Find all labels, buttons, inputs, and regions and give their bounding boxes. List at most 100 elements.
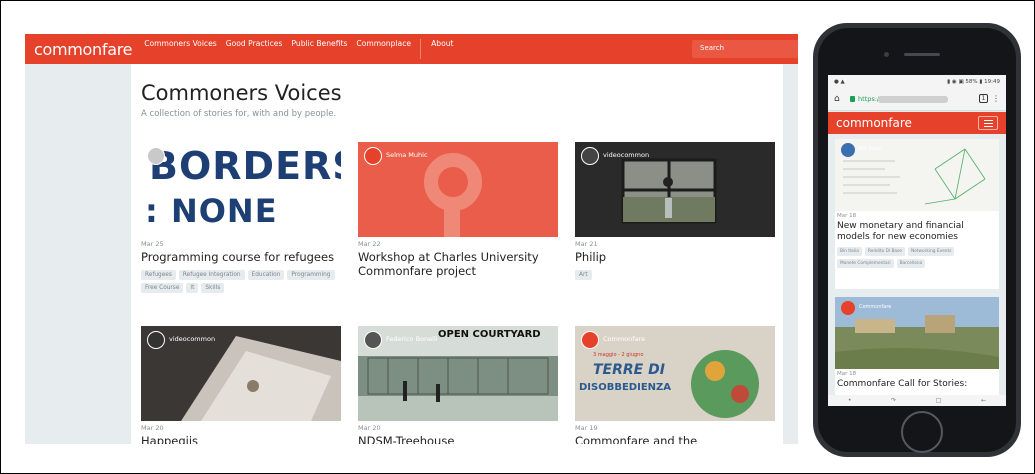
story-image[interactable]: videocommon bbox=[141, 326, 341, 421]
overflow-menu-icon[interactable]: ⋮ bbox=[992, 94, 1000, 103]
story-author[interactable]: videocommon bbox=[169, 335, 215, 343]
story-image[interactable]: Bin Italia bbox=[835, 139, 999, 211]
avatar[interactable] bbox=[147, 331, 165, 349]
story-title[interactable]: Commonfare and the bbox=[575, 434, 780, 444]
story-date: Mar 18 bbox=[837, 371, 857, 377]
story-title[interactable]: Philip bbox=[575, 250, 780, 264]
story-title[interactable]: New monetary and financial models for ne… bbox=[837, 221, 999, 243]
story-author[interactable]: Federico Bonelli bbox=[386, 335, 438, 343]
nav-good-practices[interactable]: Good Practices bbox=[226, 39, 283, 59]
avatar[interactable] bbox=[841, 301, 855, 315]
site-logo[interactable]: commonfare bbox=[34, 40, 133, 59]
story-date: Mar 19 bbox=[575, 424, 598, 432]
tag[interactable]: Refugee Integration bbox=[178, 270, 245, 280]
dot-icon[interactable]: • bbox=[848, 397, 852, 404]
avatar[interactable] bbox=[841, 143, 855, 157]
mobile-site-logo[interactable]: commonfare bbox=[836, 116, 912, 130]
tag[interactable]: It bbox=[186, 283, 199, 293]
tag[interactable]: Reddito Di Base bbox=[864, 247, 905, 256]
phone-device: ● ▲ ▮ ◉ ▣ 58% ▮ 19:49 ⌂ https:// 1 ⋮ com… bbox=[813, 23, 1021, 457]
story-title[interactable]: NDSM-Treehouse bbox=[358, 434, 563, 444]
main-content: Commoners Voices A collection of stories… bbox=[131, 64, 783, 444]
image-text: BORDERS bbox=[149, 144, 341, 188]
tag[interactable]: Programming bbox=[287, 270, 335, 280]
image-text: 3 maggio - 2 giugno bbox=[593, 352, 644, 358]
desktop-browser: commonfare Commoners Voices Good Practic… bbox=[25, 34, 798, 444]
story-date: Mar 22 bbox=[358, 240, 381, 248]
story-author[interactable]: Commonfare bbox=[859, 304, 891, 310]
status-right: ▮ ◉ ▣ 58% ▮ 19:49 bbox=[947, 79, 1000, 85]
image-text: TERRE DI bbox=[593, 362, 665, 378]
story-image[interactable]: OPEN COURTYARD Federico Bonelli bbox=[358, 326, 558, 421]
url-blurred bbox=[878, 96, 948, 103]
story-title[interactable]: Happegiis bbox=[141, 434, 346, 444]
tag[interactable]: Monete Complementari bbox=[837, 259, 894, 268]
mobile-story-card[interactable]: Bin Italia Mar 18 New monetary and finan… bbox=[835, 139, 999, 289]
story-title[interactable]: Programming course for refugees bbox=[141, 250, 346, 264]
search-input[interactable]: Search bbox=[692, 40, 798, 58]
tag[interactable]: Art bbox=[575, 270, 592, 280]
image-text: : NONE bbox=[145, 192, 278, 230]
tag[interactable]: Skills bbox=[201, 283, 225, 293]
home-icon[interactable]: ⌂ bbox=[834, 94, 840, 104]
tag-list: Art bbox=[575, 270, 775, 280]
story-date: Mar 25 bbox=[141, 240, 164, 248]
android-nav-bar: • ↷ □ ← bbox=[828, 395, 1006, 406]
avatar[interactable] bbox=[147, 147, 165, 165]
tag[interactable]: Refugees bbox=[141, 270, 176, 280]
tag[interactable]: Networking Events bbox=[907, 247, 955, 256]
avatar[interactable] bbox=[581, 147, 599, 165]
tabs-icon[interactable]: 1 bbox=[979, 94, 988, 103]
tag[interactable]: Education bbox=[247, 270, 285, 280]
story-title[interactable]: Workshop at Charles University Commonfar… bbox=[358, 250, 563, 278]
story-title[interactable]: Commonfare Call for Stories: bbox=[837, 379, 999, 390]
avatar[interactable] bbox=[364, 331, 382, 349]
image-text: DISOBBEDIENZA bbox=[579, 382, 672, 393]
story-image[interactable]: 3 maggio - 2 giugno TERRE DI DISOBBEDIEN… bbox=[575, 326, 775, 421]
back-arrow-icon[interactable]: ← bbox=[981, 397, 986, 404]
status-bar: ● ▲ ▮ ◉ ▣ 58% ▮ 19:49 bbox=[828, 75, 1006, 89]
recent-apps-icon[interactable]: ↷ bbox=[891, 397, 896, 404]
nav-commoners-voices[interactable]: Commoners Voices bbox=[144, 39, 217, 59]
story-date: Mar 21 bbox=[575, 240, 598, 248]
story-author[interactable]: Bin Italia bbox=[859, 146, 881, 152]
navbar: commonfare Commoners Voices Good Practic… bbox=[25, 34, 798, 64]
story-date: Mar 20 bbox=[358, 424, 381, 432]
nav-commonplace[interactable]: Commonplace bbox=[356, 39, 411, 59]
story-author[interactable]: videocommon bbox=[603, 151, 649, 159]
story-image[interactable]: Selma Muhic bbox=[358, 142, 558, 237]
speaker bbox=[904, 53, 940, 56]
story-image[interactable]: Commonfare bbox=[835, 297, 999, 369]
tag[interactable]: Barcellona bbox=[896, 259, 926, 268]
image-text: OPEN COURTYARD bbox=[438, 329, 541, 340]
phone-body: ● ▲ ▮ ◉ ▣ 58% ▮ 19:49 ⌂ https:// 1 ⋮ com… bbox=[818, 28, 1016, 453]
mobile-url-bar: ⌂ https:// 1 ⋮ bbox=[828, 89, 1006, 111]
page-subtitle: A collection of stories for, with and by… bbox=[141, 109, 337, 119]
mobile-navbar: commonfare bbox=[828, 112, 1006, 134]
nav-about[interactable]: About bbox=[431, 39, 453, 59]
avatar[interactable] bbox=[581, 331, 599, 349]
story-date: Mar 18 bbox=[837, 213, 857, 219]
home-square-icon[interactable]: □ bbox=[936, 397, 942, 404]
nav-public-benefits[interactable]: Public Benefits bbox=[291, 39, 347, 59]
nav-divider bbox=[420, 39, 422, 59]
story-date: Mar 20 bbox=[141, 424, 164, 432]
lock-icon bbox=[850, 96, 855, 102]
phone-screen: ● ▲ ▮ ◉ ▣ 58% ▮ 19:49 ⌂ https:// 1 ⋮ com… bbox=[828, 75, 1006, 406]
hamburger-menu-icon[interactable] bbox=[978, 116, 998, 130]
mobile-story-card[interactable]: Commonfare Mar 18 Commonfare Call for St… bbox=[835, 297, 999, 397]
tag[interactable]: Bin Italia bbox=[837, 247, 862, 256]
tag[interactable]: Free Course bbox=[141, 283, 184, 293]
tag-list: Refugees Refugee Integration Education P… bbox=[141, 270, 341, 293]
story-image[interactable]: videocommon bbox=[575, 142, 775, 237]
story-image[interactable]: BORDERS : NONE bbox=[141, 142, 341, 237]
story-author[interactable]: Selma Muhic bbox=[386, 151, 428, 159]
story-author[interactable]: Commonfare bbox=[603, 335, 645, 343]
camera bbox=[884, 52, 889, 57]
nav-menu: Commoners Voices Good Practices Public B… bbox=[144, 39, 462, 59]
status-left: ● ▲ bbox=[834, 79, 845, 85]
page-title: Commoners Voices bbox=[141, 81, 342, 105]
home-button[interactable] bbox=[901, 411, 943, 453]
avatar[interactable] bbox=[364, 147, 382, 165]
frame: commonfare Commoners Voices Good Practic… bbox=[0, 0, 1035, 474]
